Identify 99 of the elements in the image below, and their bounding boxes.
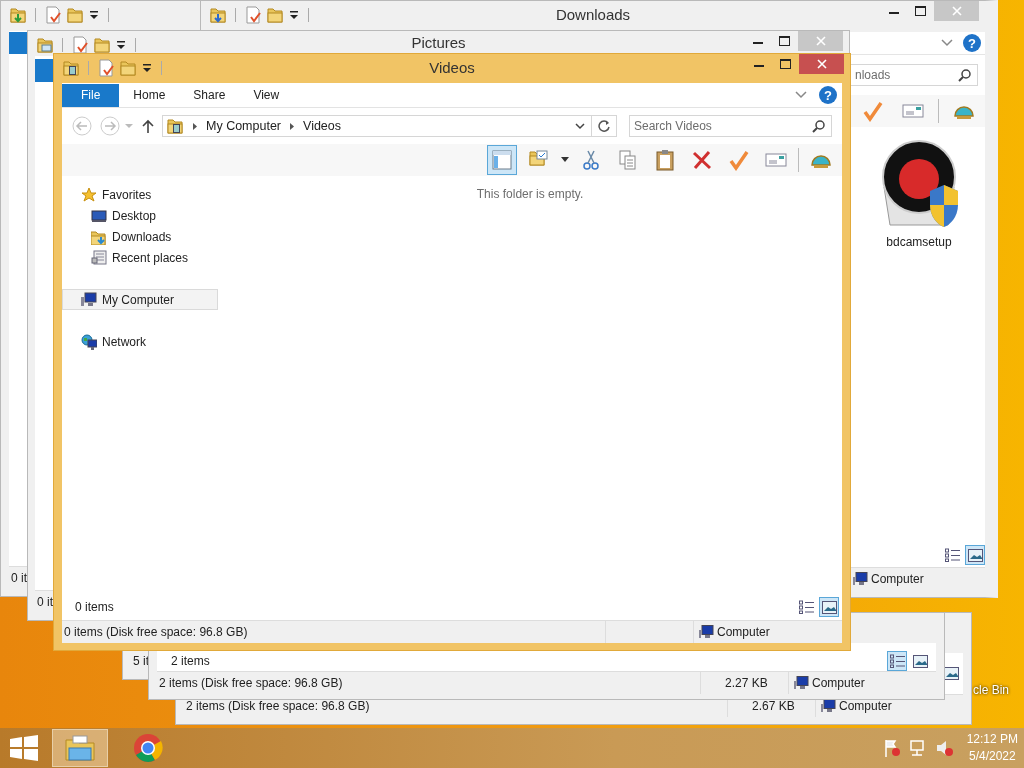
breadcrumb[interactable]: My Computer	[206, 119, 282, 133]
folder-icon	[91, 228, 107, 245]
status-text: 2 items (Disk free space: 96.8 GB)	[158, 675, 343, 692]
copy-icon	[617, 149, 639, 171]
flag-error-icon[interactable]	[882, 739, 901, 757]
recent-places-icon	[91, 249, 107, 266]
help-button[interactable]: ?	[819, 86, 837, 104]
page-check-icon[interactable]	[97, 59, 115, 77]
chrome-icon	[133, 733, 163, 763]
toolbar-button[interactable]	[487, 145, 517, 175]
file-tab[interactable]	[35, 58, 53, 82]
checkmark-icon	[728, 149, 750, 171]
window-title: Downloads	[555, 5, 631, 23]
page-check-icon[interactable]	[44, 6, 62, 24]
details-view-icon	[889, 654, 905, 668]
search-field[interactable]: Search Videos	[629, 115, 832, 137]
status-text: 0 it	[10, 570, 27, 587]
search-field[interactable]: nloads	[850, 64, 978, 86]
refresh-button[interactable]	[592, 115, 617, 137]
large-icons-view-icon	[821, 600, 837, 614]
star-icon	[81, 186, 97, 203]
windows-logo-icon	[10, 735, 38, 761]
details-view-icon	[798, 600, 814, 614]
file-tab[interactable]	[9, 31, 27, 54]
dropdown-arrow-icon[interactable]	[561, 157, 569, 163]
computer-icon	[699, 625, 714, 639]
maximize-icon	[915, 6, 926, 16]
nav-item[interactable]: Favorites	[62, 184, 218, 205]
address-bar[interactable]: My Computer Videos	[162, 115, 592, 137]
item-count: 2 items	[171, 654, 210, 668]
network-icon[interactable]	[908, 739, 927, 757]
computer-icon	[821, 699, 836, 713]
file-name[interactable]: bdcamsetup	[886, 235, 952, 249]
window-title: Pictures	[411, 33, 466, 51]
computer-icon	[853, 572, 868, 586]
chevron-down-icon[interactable]	[795, 91, 807, 99]
clipboard-icon	[654, 149, 676, 171]
close-icon	[951, 6, 962, 16]
empty-folder-message: This folder is empty.	[476, 187, 584, 201]
computer-icon	[81, 291, 97, 308]
page-check-icon[interactable]	[71, 36, 89, 54]
nav-item[interactable]: Desktop	[62, 205, 218, 226]
close-icon	[816, 59, 827, 69]
breadcrumb-arrow-icon[interactable]	[288, 121, 297, 131]
preview-pane-icon	[491, 149, 513, 171]
network-icon	[81, 333, 97, 350]
scissors-icon	[580, 149, 602, 171]
ribbon-tab[interactable]: Share	[179, 83, 240, 107]
large-icons-view-icon	[967, 548, 983, 562]
large-icons-view-icon	[912, 654, 928, 668]
breadcrumb-arrow-icon[interactable]	[191, 121, 199, 131]
ribbon-tab[interactable]: Home	[119, 83, 180, 107]
chevron-down-icon[interactable]	[941, 39, 953, 47]
view-button[interactable]	[965, 545, 985, 565]
refresh-icon	[598, 120, 610, 132]
size-text: 2.67 KB	[752, 699, 795, 713]
file-explorer-icon	[64, 734, 96, 762]
nav-item[interactable]: Downloads	[62, 226, 218, 247]
status-text: 0 items (Disk free space: 96.8 GB)	[63, 624, 248, 641]
size-text: 2.27 KB	[725, 676, 768, 690]
file-menu-button[interactable]: File	[62, 83, 120, 107]
folder-icon[interactable]	[62, 59, 80, 77]
search-icon[interactable]	[812, 119, 825, 133]
nav-item[interactable]: Recent places	[62, 247, 218, 268]
view-button[interactable]	[796, 597, 816, 617]
monitor-icon	[91, 207, 107, 224]
checkmark-icon	[862, 100, 884, 122]
close-icon	[815, 36, 826, 46]
location-text: Computer	[717, 625, 770, 639]
folder-icon[interactable]	[9, 6, 27, 24]
cross-icon	[691, 149, 713, 171]
view-button[interactable]	[942, 545, 962, 565]
nav-item[interactable]: My Computer	[62, 289, 218, 310]
recycle-bin-label: cle Bin	[973, 683, 1010, 697]
item-count: 0 items	[75, 600, 114, 614]
view-button[interactable]	[819, 597, 839, 617]
computer-icon	[794, 676, 809, 690]
nav-item[interactable]: Network	[62, 331, 218, 352]
up-arrow-icon[interactable]	[142, 119, 154, 133]
help-button[interactable]: ?	[963, 34, 981, 52]
maximize-icon	[780, 59, 791, 69]
folder-icon[interactable]	[209, 6, 227, 24]
status-text: 0 it	[36, 594, 53, 611]
taskbar-button[interactable]	[52, 729, 108, 767]
speaker-muted-icon[interactable]	[934, 739, 953, 757]
folder-icon	[166, 117, 184, 135]
window-title: Videos	[429, 58, 475, 76]
breadcrumb[interactable]: Videos	[303, 119, 342, 133]
view-button[interactable]	[887, 651, 907, 671]
status-text: 2 items (Disk free space: 96.8 GB)	[185, 698, 370, 715]
location-text: Computer	[812, 676, 865, 690]
location-text: Computer	[839, 699, 892, 713]
location-text: Computer	[871, 572, 924, 586]
details-view-icon	[944, 548, 960, 562]
dropdown-chevron-icon[interactable]	[575, 122, 585, 130]
page-check-icon[interactable]	[244, 6, 262, 24]
ribbon-tab[interactable]: View	[239, 83, 294, 107]
maximize-icon	[779, 36, 790, 46]
search-icon[interactable]	[958, 68, 971, 82]
